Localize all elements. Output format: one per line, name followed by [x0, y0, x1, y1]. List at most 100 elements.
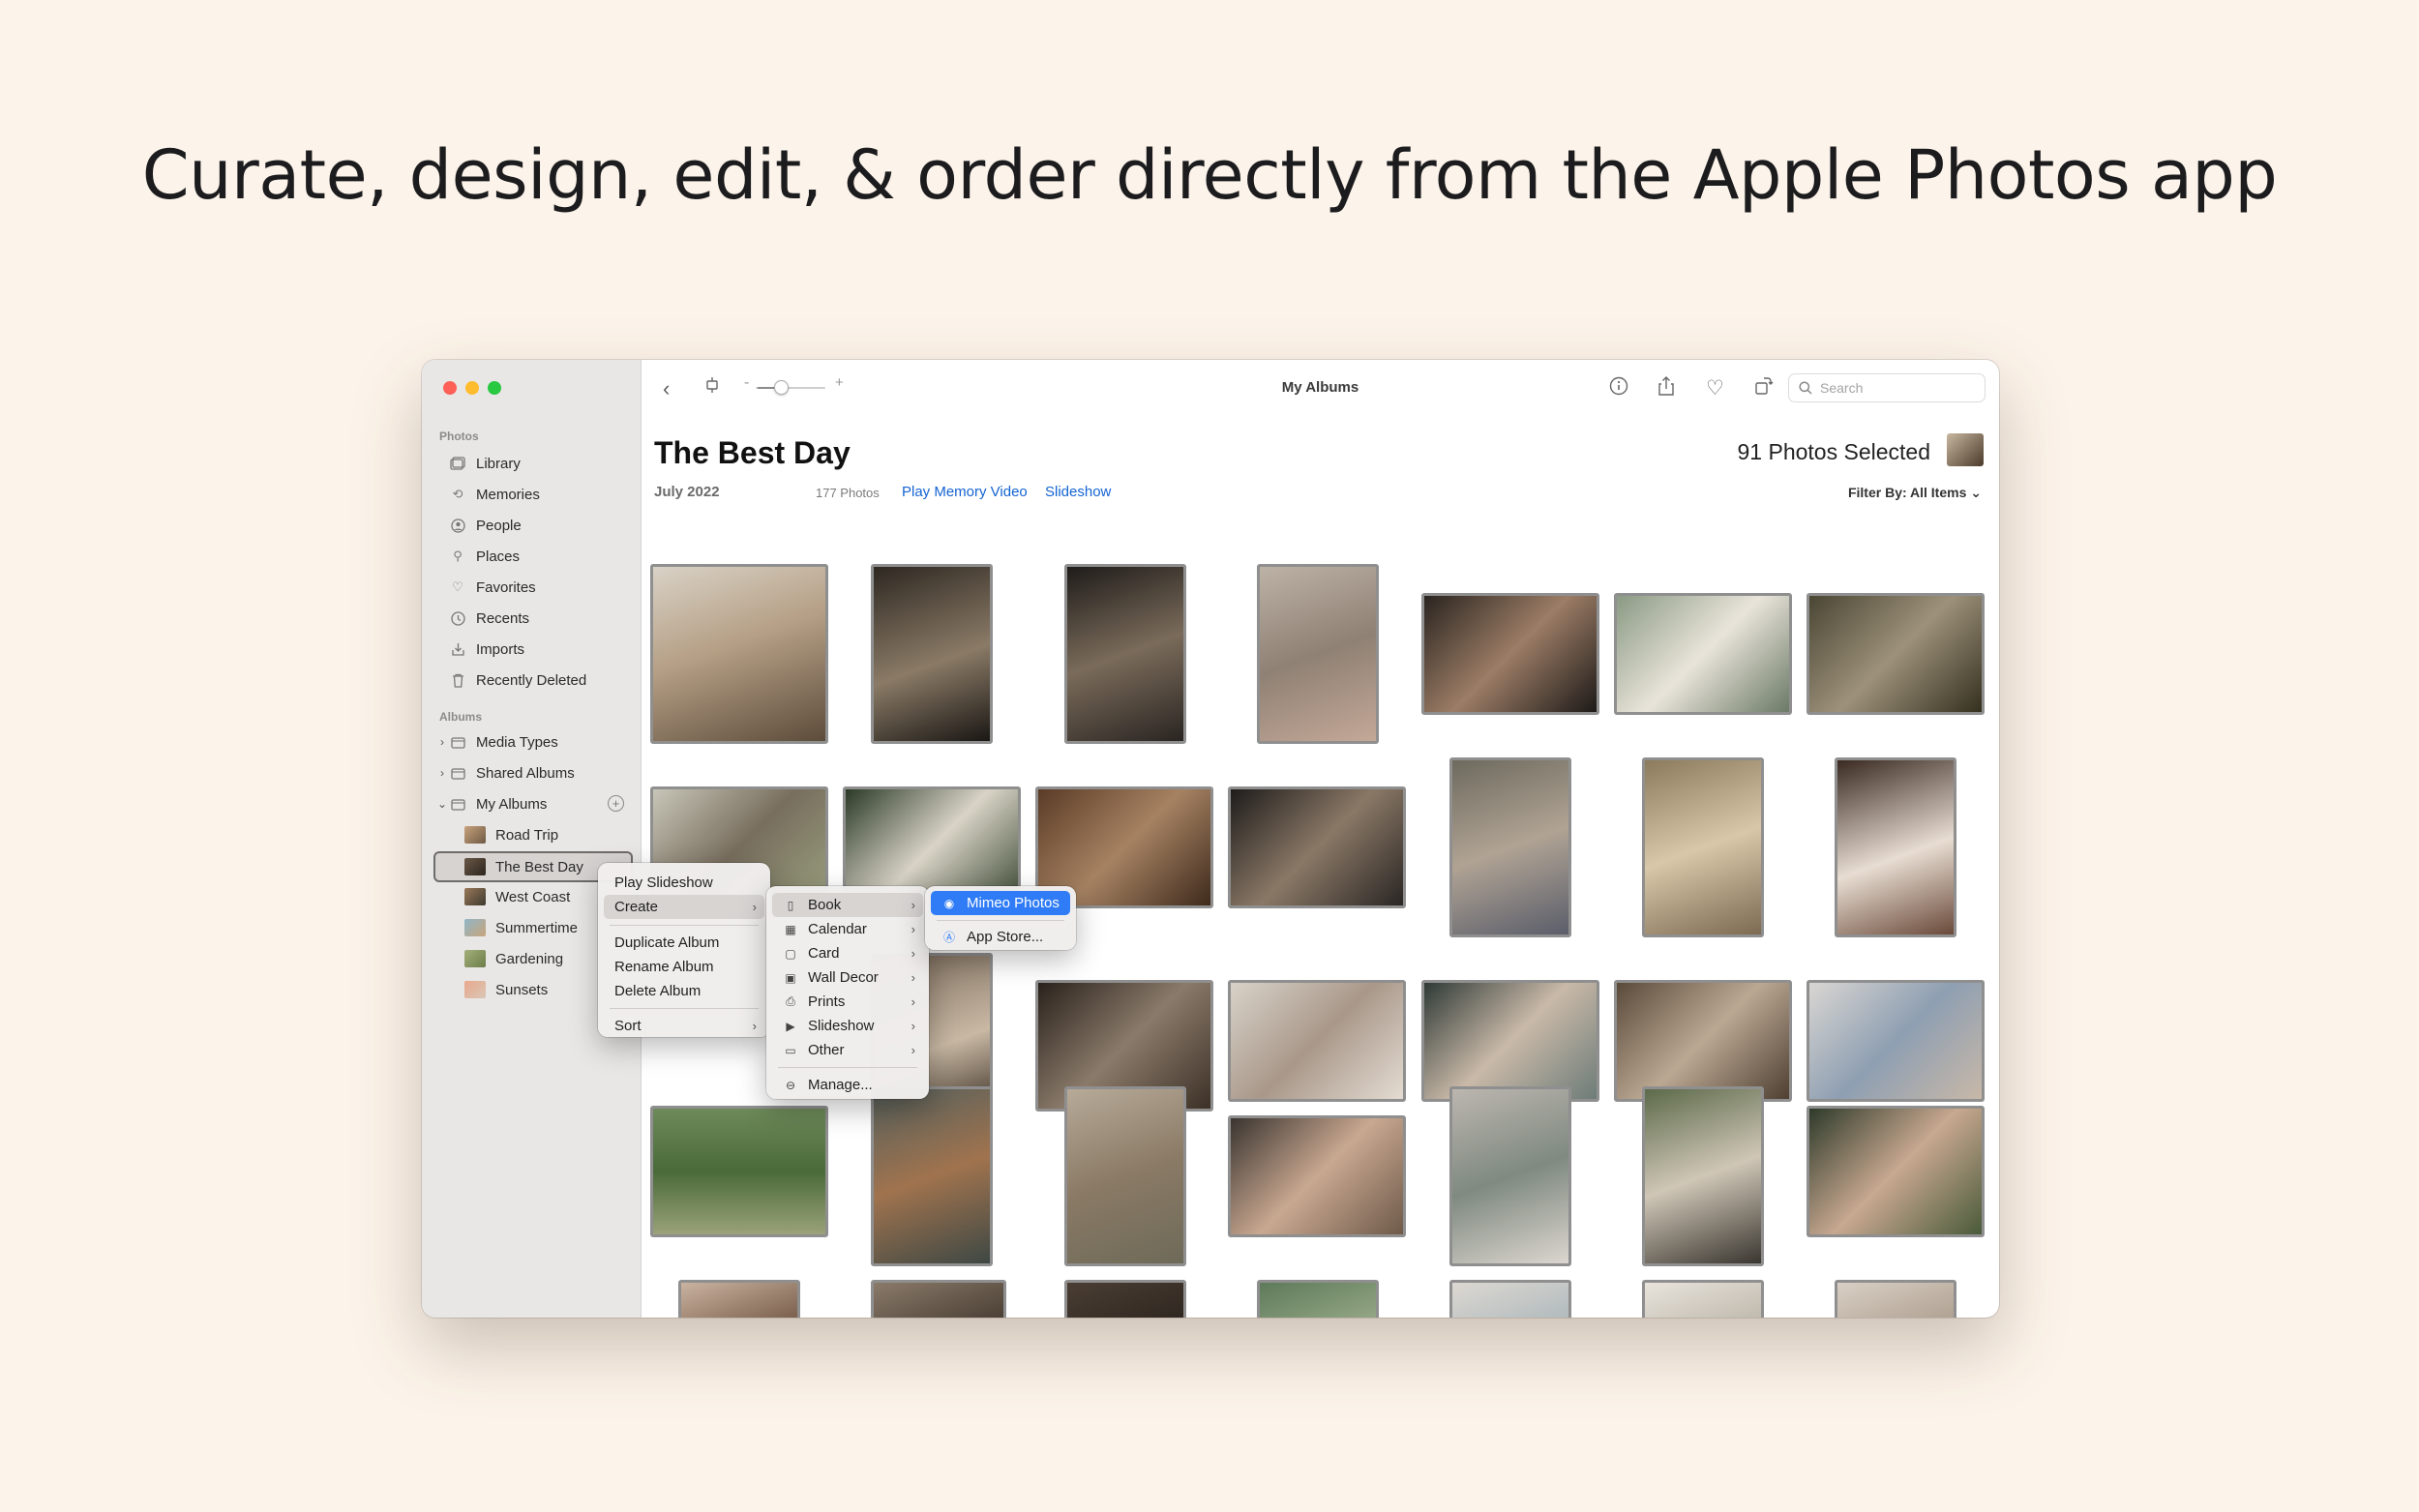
sidebar-album-gardening[interactable]: Gardening [464, 946, 563, 971]
folder-icon [449, 795, 466, 813]
album-date: July 2022 [654, 484, 720, 500]
photo-thumbnail[interactable] [1835, 757, 1956, 937]
photo-thumbnail[interactable] [1449, 757, 1571, 937]
photo-thumbnail[interactable] [1228, 980, 1406, 1102]
album-thumbnail [464, 888, 486, 905]
sidebar-album-road-trip[interactable]: Road Trip [464, 822, 558, 847]
menu-item-card[interactable]: ▢Card› [772, 941, 923, 965]
photo-thumbnail[interactable] [1807, 1106, 1985, 1237]
chevron-down-icon[interactable]: ⌄ [437, 797, 447, 811]
menu-item-manage[interactable]: ⊖Manage... [772, 1073, 923, 1097]
photo-thumbnail[interactable] [1257, 564, 1379, 744]
chevron-right-icon: › [753, 900, 757, 914]
sidebar-item-recently-deleted[interactable]: Recently Deleted [449, 667, 586, 693]
menu-item-mimeo-photos[interactable]: ◉Mimeo Photos [931, 891, 1070, 915]
sidebar-item-my-albums[interactable]: My Albums [449, 791, 547, 816]
slideshow-icon: ▶ [783, 1019, 798, 1034]
minimize-window-button[interactable] [465, 381, 479, 395]
photo-thumbnail[interactable] [1449, 1280, 1571, 1318]
menu-item-rename-album[interactable]: Rename Album [604, 955, 764, 979]
import-icon [449, 640, 466, 658]
chevron-right-icon[interactable]: › [437, 766, 447, 780]
photo-thumbnail[interactable] [1642, 757, 1764, 937]
sidebar-item-memories[interactable]: ⟲ Memories [449, 482, 540, 507]
search-field[interactable]: Search [1788, 373, 1986, 402]
photo-thumbnail[interactable] [1228, 1115, 1406, 1237]
album-thumbnail [464, 981, 486, 998]
photo-thumbnail[interactable] [650, 1106, 828, 1237]
sidebar-item-favorites[interactable]: ♡ Favorites [449, 575, 536, 600]
photo-thumbnail[interactable] [650, 564, 828, 744]
search-placeholder: Search [1820, 380, 1863, 396]
other-icon: ▭ [783, 1043, 798, 1058]
menu-item-prints[interactable]: ⎙Prints› [772, 990, 923, 1014]
photo-thumbnail[interactable] [1421, 980, 1599, 1102]
zoom-window-button[interactable] [488, 381, 501, 395]
menu-item-duplicate-album[interactable]: Duplicate Album [604, 931, 764, 955]
photo-thumbnail[interactable] [1064, 1086, 1186, 1266]
photo-thumbnail[interactable] [1642, 1086, 1764, 1266]
photo-thumbnail[interactable] [1807, 593, 1985, 715]
add-album-icon[interactable]: + [608, 795, 624, 812]
photo-thumbnail[interactable] [1064, 1280, 1186, 1318]
sidebar-item-places[interactable]: ⚲ Places [449, 544, 520, 569]
photo-thumbnail[interactable] [871, 564, 993, 744]
favorite-heart-icon[interactable]: ♡ [1706, 376, 1724, 400]
info-icon[interactable] [1609, 376, 1628, 396]
album-context-menu: Play Slideshow Create› Duplicate Album R… [598, 863, 770, 1037]
places-icon: ⚲ [449, 548, 466, 565]
toolbar: ‹ - + My Albums ♡ Search [642, 360, 1999, 416]
app-store-icon: Ⓐ [941, 930, 957, 945]
photo-thumbnail[interactable] [871, 1086, 993, 1266]
slideshow-link[interactable]: Slideshow [1045, 484, 1111, 500]
sidebar-album-summertime[interactable]: Summertime [464, 915, 578, 940]
menu-item-create[interactable]: Create› [604, 895, 764, 919]
photo-thumbnail[interactable] [1257, 1280, 1379, 1318]
photo-thumbnail[interactable] [678, 1280, 800, 1318]
photo-thumbnail[interactable] [1064, 564, 1186, 744]
calendar-icon: ▦ [783, 922, 798, 937]
sidebar-item-imports[interactable]: Imports [449, 637, 524, 662]
photo-thumbnail[interactable] [1228, 786, 1406, 908]
sidebar-album-the-best-day[interactable]: The Best Day [464, 854, 583, 879]
photo-thumbnail[interactable] [1421, 593, 1599, 715]
photo-thumbnail[interactable] [1642, 1280, 1764, 1318]
menu-item-slideshow[interactable]: ▶Slideshow› [772, 1014, 923, 1038]
photo-thumbnail[interactable] [1807, 980, 1985, 1102]
sidebar-item-shared-albums[interactable]: Shared Albums [449, 760, 575, 786]
sidebar-item-library[interactable]: Library [449, 451, 521, 476]
close-window-button[interactable] [443, 381, 457, 395]
chevron-right-icon: › [911, 898, 915, 912]
sidebar-album-west-coast[interactable]: West Coast [464, 884, 570, 909]
menu-item-delete-album[interactable]: Delete Album [604, 979, 764, 1003]
photo-thumbnail[interactable] [1614, 593, 1792, 715]
albums-section-header: Albums [439, 710, 482, 724]
photo-thumbnail[interactable] [1835, 1280, 1956, 1318]
filter-dropdown[interactable]: Filter By: All Items ⌄ [1848, 485, 1982, 501]
photo-thumbnail[interactable] [871, 1280, 1006, 1318]
photos-window: Photos Library ⟲ Memories People ⚲ Place… [422, 360, 1999, 1318]
create-submenu: ▯Book› ▦Calendar› ▢Card› ▣Wall Decor› ⎙P… [766, 886, 929, 1099]
page-title: The Best Day [654, 435, 851, 471]
menu-item-play-slideshow[interactable]: Play Slideshow [604, 871, 764, 895]
menu-item-wall-decor[interactable]: ▣Wall Decor› [772, 965, 923, 990]
photo-thumbnail[interactable] [1449, 1086, 1571, 1266]
menu-item-app-store[interactable]: ⒶApp Store... [931, 925, 1070, 949]
menu-item-book[interactable]: ▯Book› [772, 893, 923, 917]
rotate-icon[interactable] [1754, 376, 1774, 396]
album-thumbnail [464, 919, 486, 936]
chevron-right-icon[interactable]: › [437, 735, 447, 749]
people-icon [449, 517, 466, 534]
menu-item-sort[interactable]: Sort› [604, 1015, 764, 1036]
sidebar-album-sunsets[interactable]: Sunsets [464, 977, 548, 1002]
sidebar-item-media-types[interactable]: Media Types [449, 729, 558, 755]
heart-icon: ♡ [449, 578, 466, 596]
photo-thumbnail[interactable] [1614, 980, 1792, 1102]
play-memory-video-link[interactable]: Play Memory Video [902, 484, 1028, 500]
menu-item-other[interactable]: ▭Other› [772, 1038, 923, 1062]
sidebar-item-people[interactable]: People [449, 513, 522, 538]
menu-item-calendar[interactable]: ▦Calendar› [772, 917, 923, 941]
share-icon[interactable] [1657, 376, 1675, 396]
sidebar-item-recents[interactable]: Recents [449, 606, 529, 631]
menu-separator [937, 920, 1064, 921]
